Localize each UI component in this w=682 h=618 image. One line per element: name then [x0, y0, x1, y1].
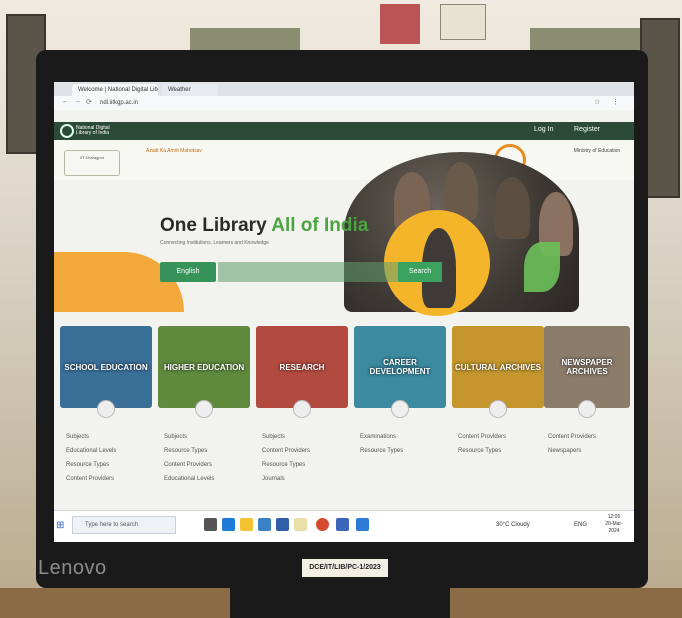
link-item[interactable]: Educational Levels — [164, 472, 214, 486]
taskbar-search-input[interactable]: Type here to search — [72, 516, 176, 534]
link-item[interactable]: Content Providers — [66, 472, 116, 486]
archive-icon — [489, 400, 507, 418]
link-item[interactable]: Educational Levels — [66, 444, 116, 458]
ministry-logo: Ministry of Education — [573, 148, 621, 154]
menu-icon[interactable]: ⋮ — [612, 98, 619, 106]
category-newspaper-archives[interactable]: NEWSPAPER ARCHIVES — [544, 326, 630, 408]
monitor-stand — [230, 588, 450, 618]
newspaper-icon — [578, 400, 596, 418]
notice-board — [440, 4, 486, 40]
link-item[interactable]: Resource Types — [164, 444, 214, 458]
category-higher-education[interactable]: HIGHER EDUCATION — [158, 326, 250, 408]
career-icon — [391, 400, 409, 418]
folder-icon[interactable] — [294, 518, 307, 531]
category-links: Examinations Resource Types — [360, 430, 403, 458]
link-item[interactable]: Resource Types — [458, 444, 506, 458]
link-item[interactable]: Subjects — [262, 430, 310, 444]
link-item[interactable]: Examinations — [360, 430, 403, 444]
search-button[interactable]: Search — [398, 262, 442, 282]
iit-kharagpur-logo: IIT Kharagpur — [64, 150, 120, 176]
link-item[interactable]: Content Providers — [164, 458, 214, 472]
search-input[interactable] — [218, 262, 398, 282]
category-links: Subjects Resource Types Content Provider… — [164, 430, 214, 486]
hero-subtitle: Connecting Institutions, Learners and Kn… — [160, 240, 269, 246]
asset-tag-label: DCE/IT/LIB/PC-1/2023 — [302, 559, 388, 577]
url-field[interactable]: ndl.iitkgp.ac.in — [100, 99, 220, 108]
site-brand: National Digital Library of India — [76, 125, 110, 136]
weather-widget[interactable]: 30°C Cloudy — [496, 522, 530, 528]
clock[interactable]: 12:05 20-Mar-2024 — [600, 514, 628, 535]
back-icon[interactable]: ← — [62, 98, 69, 105]
category-links: Content Providers Newspapers — [548, 430, 596, 458]
category-cultural-archives[interactable]: CULTURAL ARCHIVES — [452, 326, 544, 408]
register-link[interactable]: Register — [574, 126, 600, 133]
link-item[interactable]: Subjects — [164, 430, 214, 444]
category-research[interactable]: RESEARCH — [256, 326, 348, 408]
browser-tab-active[interactable]: Welcome | National Digital Library of In… — [72, 84, 158, 96]
decorative-blob — [54, 252, 184, 312]
link-item[interactable]: Content Providers — [548, 430, 596, 444]
link-item[interactable]: Content Providers — [458, 430, 506, 444]
login-link[interactable]: Log In — [534, 126, 553, 133]
category-career-development[interactable]: CAREER DEVELOPMENT — [354, 326, 446, 408]
app-icon[interactable] — [336, 518, 349, 531]
category-links: Subjects Content Providers Resource Type… — [262, 430, 310, 486]
leaf-decoration — [524, 242, 560, 292]
link-item[interactable]: Content Providers — [262, 444, 310, 458]
chrome-icon[interactable] — [316, 518, 329, 531]
store-icon[interactable] — [258, 518, 271, 531]
file-explorer-icon[interactable] — [240, 518, 253, 531]
category-links: Subjects Educational Levels Resource Typ… — [66, 430, 116, 486]
link-item[interactable]: Resource Types — [262, 458, 310, 472]
windows-start-icon[interactable]: ⊞ — [56, 520, 68, 532]
category-links: Content Providers Resource Types — [458, 430, 506, 458]
azadi-logo: Azadi Ka Amrit Mahotsav — [146, 148, 202, 154]
language-select[interactable]: English — [160, 262, 216, 282]
forward-icon[interactable]: → — [74, 98, 81, 105]
clock-date: 20-Mar-2024 — [605, 521, 623, 534]
site-logo[interactable] — [60, 124, 74, 138]
school-icon — [97, 400, 115, 418]
partner-strip — [54, 140, 634, 180]
link-item[interactable]: Newspapers — [548, 444, 596, 458]
language-indicator[interactable]: ENG — [574, 522, 587, 528]
word-icon[interactable] — [276, 518, 289, 531]
browser-tab[interactable]: Weather — [162, 84, 218, 96]
link-item[interactable]: Resource Types — [360, 444, 403, 458]
monitor-brand-logo: Lenovo — [38, 557, 107, 579]
link-item[interactable]: Journals — [262, 472, 310, 486]
student-figure — [494, 177, 530, 239]
link-item[interactable]: Resource Types — [66, 458, 116, 472]
category-school-education[interactable]: SCHOOL EDUCATION — [60, 326, 152, 408]
app-icon[interactable] — [356, 518, 369, 531]
edge-icon[interactable] — [222, 518, 235, 531]
poster — [380, 4, 420, 44]
graduation-icon — [195, 400, 213, 418]
bookmark-icon[interactable]: ☆ — [594, 98, 600, 106]
clock-time: 12:05 — [607, 514, 621, 520]
hero-title: One Library All of India — [160, 215, 369, 236]
task-view-icon[interactable] — [204, 518, 217, 531]
monitor-screen: Welcome | National Digital Library of In… — [54, 82, 634, 542]
reload-icon[interactable]: ⟳ — [86, 98, 92, 106]
link-item[interactable]: Subjects — [66, 430, 116, 444]
research-icon — [293, 400, 311, 418]
